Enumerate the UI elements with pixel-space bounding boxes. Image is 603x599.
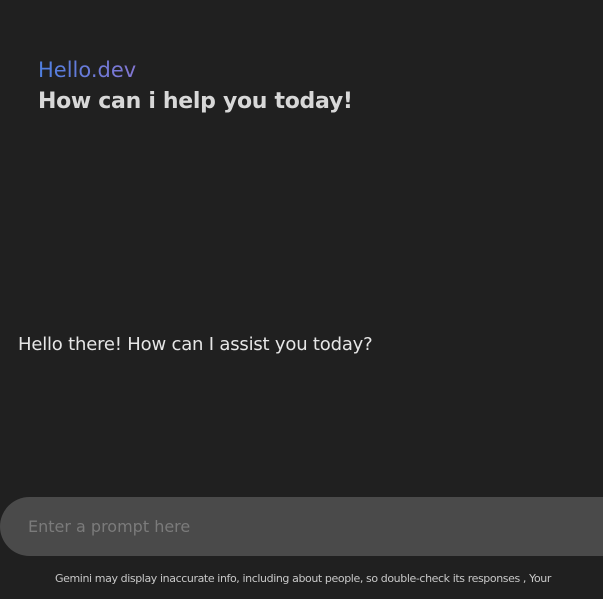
greeting-subtitle: How can i help you today! bbox=[38, 89, 353, 114]
prompt-bar[interactable] bbox=[0, 497, 603, 556]
greeting-header: Hello.dev How can i help you today! bbox=[38, 56, 353, 116]
prompt-input[interactable] bbox=[28, 497, 588, 556]
greeting-title: Hello.dev bbox=[38, 56, 353, 84]
app-window: Hello.dev How can i help you today! Hell… bbox=[0, 0, 603, 599]
disclaimer-text: Gemini may display inaccurate info, incl… bbox=[55, 572, 551, 585]
chat-response-text: Hello there! How can I assist you today? bbox=[18, 334, 373, 355]
